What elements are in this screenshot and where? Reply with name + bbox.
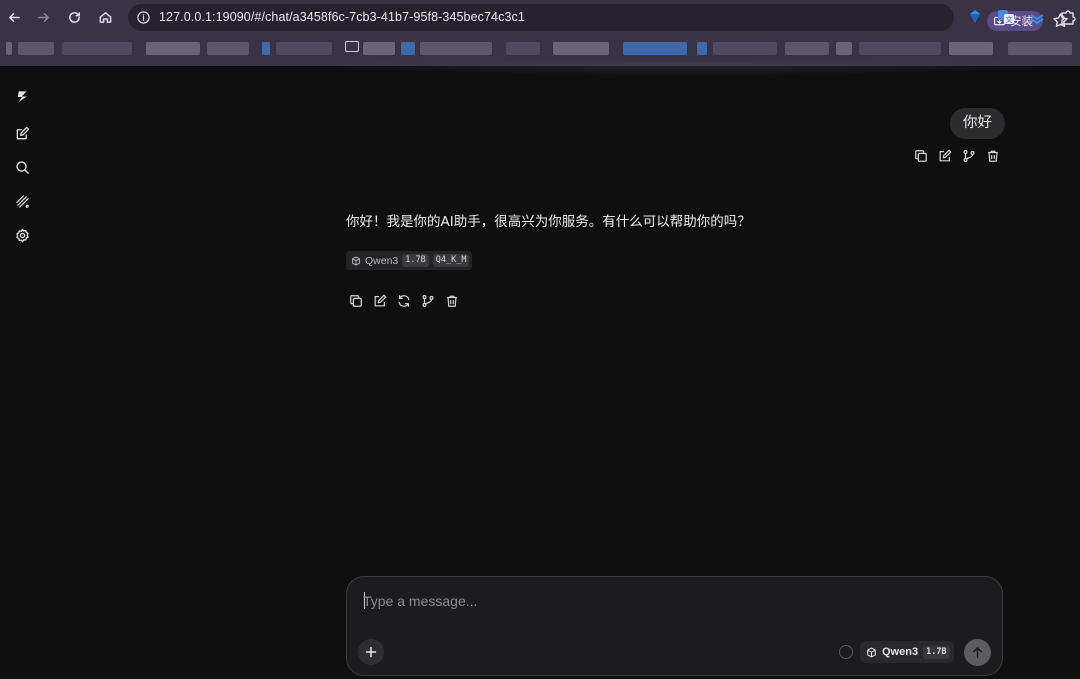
assistant-message: 你好！我是你的AI助手，很高兴为你服务。有什么可以帮助你的吗？ — [346, 214, 751, 230]
bookmark-item[interactable] — [62, 42, 132, 55]
status-indicator — [839, 645, 853, 659]
extension-translate-icon[interactable]: 文 — [997, 8, 1015, 26]
bookmark-item[interactable] — [553, 42, 609, 55]
attach-button[interactable] — [358, 639, 384, 665]
arrow-up-icon — [973, 647, 982, 658]
user-message-actions — [913, 148, 1001, 164]
settings-icon — [16, 228, 29, 243]
selected-model-name: Qwen3 — [882, 646, 919, 658]
bookmark-item[interactable] — [506, 42, 540, 55]
arrow-right-icon — [37, 12, 49, 22]
browser-toolbar: 127.0.0.1:19090/#/chat/a3458f6c-7cb3-41b… — [0, 0, 1080, 34]
cube-icon — [352, 255, 360, 266]
selected-model-size: 1.7B — [923, 645, 950, 659]
address-bar[interactable]: 127.0.0.1:19090/#/chat/a3458f6c-7cb3-41b… — [128, 4, 1068, 31]
extension-gem-icon[interactable] — [966, 8, 984, 26]
regenerate-icon — [398, 295, 410, 307]
bookmark-item[interactable] — [949, 42, 993, 55]
models-button[interactable] — [14, 193, 31, 210]
edit-icon — [374, 294, 387, 307]
branch-icon — [422, 295, 434, 307]
reload-button[interactable] — [64, 7, 84, 27]
new-chat-icon — [16, 126, 30, 140]
bookmark-item[interactable] — [207, 42, 249, 55]
model-name: Qwen3 — [365, 254, 399, 267]
copy-icon — [350, 295, 362, 307]
bookmark-item[interactable] — [146, 42, 200, 55]
app-sidebar — [0, 66, 44, 679]
bookmark-item[interactable] — [420, 42, 492, 55]
assistant-message-actions — [348, 293, 460, 309]
settings-button[interactable] — [14, 227, 31, 244]
user-message-bubble: 你好 — [950, 108, 1005, 139]
extensions-puzzle-icon[interactable] — [1059, 8, 1077, 26]
bookmark-item[interactable] — [18, 42, 54, 55]
back-button[interactable] — [4, 7, 24, 27]
branch-button[interactable] — [420, 293, 436, 309]
trash-icon — [447, 295, 457, 307]
assistant-model-tag: Qwen3 1.7B Q4_K_M — [346, 251, 473, 270]
send-button[interactable] — [964, 639, 991, 666]
home-button[interactable] — [95, 7, 115, 27]
browser-chrome: 127.0.0.1:19090/#/chat/a3458f6c-7cb3-41b… — [0, 0, 1080, 66]
logo-icon — [17, 91, 27, 103]
bookmark-item[interactable] — [697, 42, 707, 55]
bookmarks-bar — [0, 38, 1080, 60]
extension-layers-icon[interactable] — [1028, 8, 1046, 26]
arrow-left-icon — [8, 12, 20, 22]
home-icon — [99, 11, 111, 23]
edit-button[interactable] — [937, 148, 953, 164]
copy-button[interactable] — [913, 148, 929, 164]
bookmark-folder-icon[interactable] — [345, 41, 359, 52]
svg-text:文: 文 — [1006, 15, 1013, 24]
bookmark-item[interactable] — [836, 42, 852, 55]
branch-icon — [963, 150, 975, 162]
models-icon — [16, 195, 29, 208]
delete-button[interactable] — [985, 148, 1001, 164]
copy-icon — [915, 150, 927, 162]
bookmark-item[interactable] — [623, 42, 687, 55]
bookmark-item[interactable] — [262, 42, 270, 55]
plus-icon — [365, 646, 377, 658]
address-url[interactable]: 127.0.0.1:19090/#/chat/a3458f6c-7cb3-41b… — [159, 10, 525, 24]
search-icon — [16, 161, 29, 174]
trash-icon — [988, 150, 998, 162]
message-input[interactable] — [363, 590, 963, 612]
bookmark-item[interactable] — [785, 42, 829, 55]
message-composer: Qwen3 1.7B — [346, 576, 1003, 676]
bookmark-item[interactable] — [401, 42, 415, 55]
logo-button[interactable] — [14, 88, 31, 105]
branch-button[interactable] — [961, 148, 977, 164]
bookmark-item[interactable] — [276, 42, 332, 55]
bookmark-item[interactable] — [713, 42, 777, 55]
site-info-icon[interactable] — [136, 10, 151, 25]
forward-button[interactable] — [33, 7, 53, 27]
delete-button[interactable] — [444, 293, 460, 309]
model-quant-chip: Q4_K_M — [432, 254, 470, 267]
model-selector[interactable]: Qwen3 1.7B — [860, 641, 954, 663]
regenerate-button[interactable] — [396, 293, 412, 309]
search-button[interactable] — [14, 159, 31, 176]
bookmark-item[interactable] — [6, 42, 12, 55]
edit-button[interactable] — [372, 293, 388, 309]
new-chat-button[interactable] — [14, 125, 31, 142]
chrome-shadow — [300, 62, 1080, 76]
bookmark-item[interactable] — [1008, 42, 1072, 55]
reload-icon — [68, 11, 80, 23]
copy-button[interactable] — [348, 293, 364, 309]
bookmark-item[interactable] — [363, 42, 395, 55]
edit-icon — [939, 149, 952, 162]
model-size-chip: 1.7B — [402, 254, 429, 267]
bookmark-item[interactable] — [859, 42, 941, 55]
cube-icon — [867, 647, 876, 657]
